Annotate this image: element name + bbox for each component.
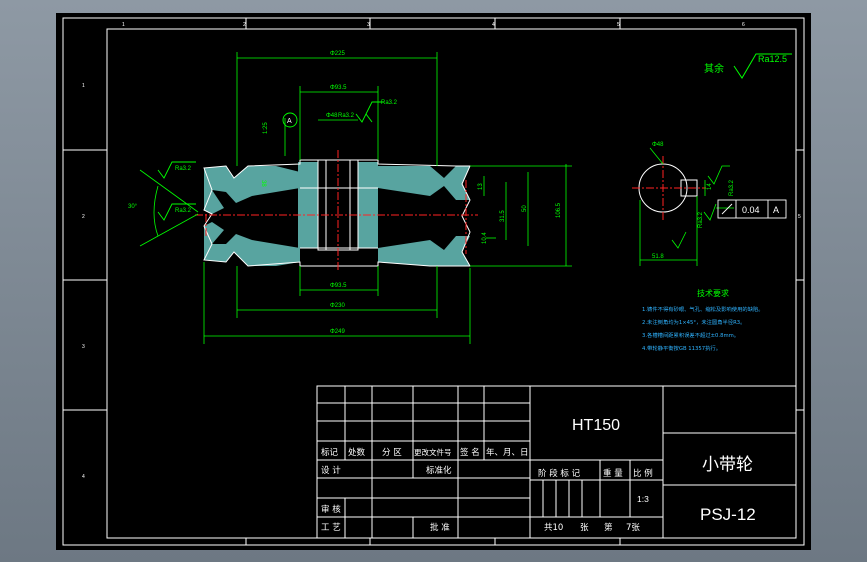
tb-bili: 比 例 [633,468,653,479]
tb-genggai: 更改文件号 [414,447,452,457]
dim-50: 50 [522,205,528,212]
svg-text:A: A [287,118,292,125]
tb-gongyi: 工 艺 [321,523,341,533]
tolerance-datum: A [773,205,779,215]
dim-d93-top: Φ93.5 [330,85,347,91]
dim-chamfer: 1:25 [263,122,269,134]
dim-d93-bottom: Φ93.5 [330,283,347,289]
cad-viewport[interactable]: 1 2 3 4 5 6 1 2 3 4 5 Φ225 Φ93.5 Φ48 Φ93… [0,0,867,562]
tb-sheets-unit: 张 [580,523,589,533]
dim-106: 106.5 [556,202,562,218]
tb-zhongliang: 重 量 [603,468,623,479]
side-d48: Φ48 [652,142,664,148]
dim-d48: Φ48 [326,113,338,119]
tech-requirements-title: 技术要求 [697,288,729,298]
general-roughness-value: Ra12.5 [758,54,787,64]
zone-col-2: 2 [243,22,246,28]
dim-angle: 30° [128,204,138,210]
dim-d249: Φ249 [330,329,345,335]
side-14: 14 [707,183,713,190]
roughness-ra32-top: Ra3.2 [381,100,398,106]
tb-sheji: 设 计 [321,465,341,476]
tech-requirement-3: 3.各槽槽间距累积误差不超过±0.8mm。 [642,331,739,339]
zone-col-3: 3 [367,22,370,28]
dim-10-4: 10.4 [482,232,488,244]
side-51-8: 51.8 [652,254,664,260]
tolerance-value: 0.04 [742,205,760,215]
tb-drawing-no: PSJ-12 [700,505,756,524]
tb-sheet-label: 第 [604,522,613,533]
tb-nianyueri: 年、月、日 [486,447,529,458]
zone-col-6: 6 [742,22,745,28]
roughness-ra32-left2: Ra3.2 [175,208,192,214]
tb-scale-value: 1:3 [637,494,649,504]
tb-fenqu: 分 区 [382,448,402,458]
tb-jieduan: 阶 段 标 记 [538,468,581,479]
roughness-ra32-left1: Ra3.2 [175,166,192,172]
zone-row-4: 4 [82,474,85,480]
dim-d225: Φ225 [330,51,345,57]
side-ra-a: Ra3.2 [729,179,735,196]
tb-biaoji: 标记 [321,447,339,458]
general-roughness-label: 其余 [704,62,724,75]
zone-col-5: 5 [617,22,620,28]
dim-31-5: 31.5 [500,210,506,222]
tb-shenhe: 审 核 [321,504,341,515]
drawing-sheet: 1 2 3 4 5 6 1 2 3 4 5 Φ225 Φ93.5 Φ48 Φ93… [56,13,811,550]
dim-38: 38 [260,180,266,187]
zone-row-1: 1 [82,83,85,89]
zone-row-3: 3 [82,344,85,350]
zone-col-1: 1 [122,22,125,28]
tb-biaozhunhua: 标准化 [426,465,452,476]
tech-requirement-4: 4.带轮静平衡按GB 11357执行。 [642,344,721,352]
roughness-ra32-bore: Ra3.2 [338,113,355,119]
tb-sheets-total: 共10 [544,523,563,533]
zone-col-4: 4 [492,22,495,28]
zone-row-5: 5 [798,214,801,220]
dim-d230: Φ230 [330,303,345,309]
tb-sheet-number: 7张 [626,523,640,533]
tb-material: HT150 [572,417,620,434]
tech-requirement-1: 1.铸件不得有砂眼、气孔、缩松及影响使用的缺陷。 [642,305,764,313]
tb-part-name: 小带轮 [702,455,753,475]
tb-qianming: 签 名 [460,447,480,458]
tb-pizhun: 批 准 [430,522,450,533]
dim-13: 13 [478,183,484,190]
tb-chushu: 处数 [348,447,366,458]
side-ra-b: Ra3.2 [698,211,704,228]
zone-row-2: 2 [82,214,85,220]
tech-requirement-2: 2.未注倒角均为1×45°，未注圆角半径R3。 [642,318,745,326]
